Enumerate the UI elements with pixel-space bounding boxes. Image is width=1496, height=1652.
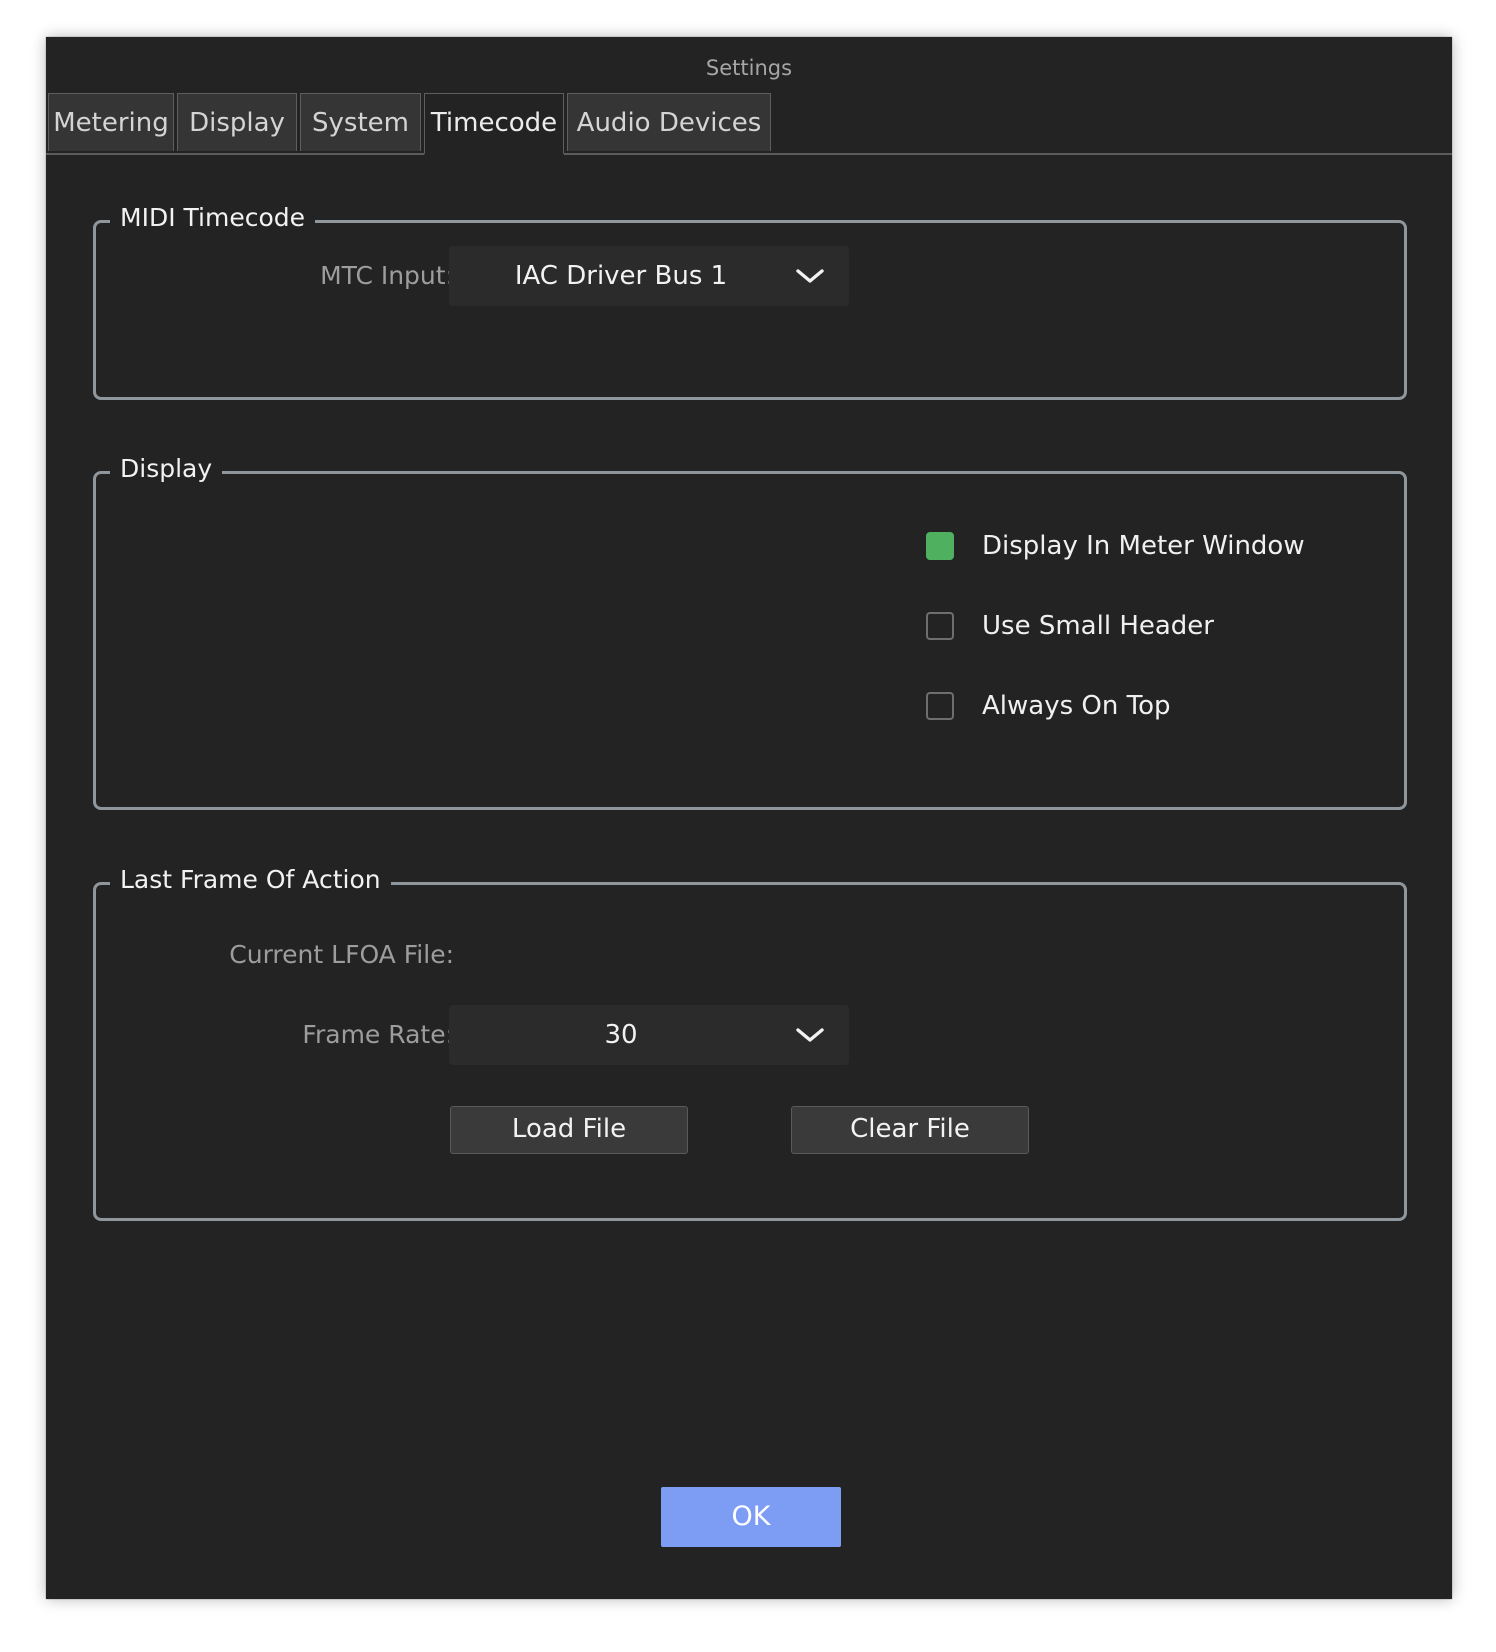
tab-metering[interactable]: Metering (48, 93, 174, 151)
use-small-header-label: Use Small Header (982, 611, 1214, 641)
display-in-meter-window-checkbox[interactable] (926, 532, 954, 560)
clear-file-button[interactable]: Clear File (791, 1106, 1029, 1154)
tab-bar: Metering Display System Timecode Audio D… (46, 93, 1452, 155)
settings-window: Settings Metering Display System Timecod… (46, 37, 1452, 1599)
current-lfoa-file-label: Current LFOA File: (229, 940, 454, 969)
tab-audio-devices[interactable]: Audio Devices (567, 93, 771, 151)
mtc-input-label: MTC Input: (320, 261, 454, 290)
mtc-input-value: IAC Driver Bus 1 (514, 261, 728, 291)
midi-timecode-group: MIDI Timecode MTC Input: IAC Driver Bus … (93, 201, 1407, 400)
last-frame-of-action-group: Last Frame Of Action Current LFOA File: … (93, 863, 1407, 1221)
frame-rate-dropdown[interactable]: 30 (449, 1005, 849, 1065)
lfoa-title: Last Frame Of Action (110, 863, 391, 897)
chevron-down-icon (796, 269, 824, 283)
display-in-meter-window-label: Display In Meter Window (982, 531, 1305, 561)
frame-rate-label: Frame Rate: (302, 1020, 454, 1049)
tab-system[interactable]: System (300, 93, 421, 151)
frame-rate-value: 30 (604, 1020, 638, 1050)
midi-timecode-title: MIDI Timecode (110, 201, 315, 235)
load-file-button[interactable]: Load File (450, 1106, 688, 1154)
always-on-top-checkbox[interactable] (926, 692, 954, 720)
display-title: Display (110, 452, 223, 486)
window-title: Settings (705, 56, 793, 80)
display-group: Display Display In Meter Window Use Smal… (93, 452, 1407, 810)
use-small-header-checkbox[interactable] (926, 612, 954, 640)
tab-timecode[interactable]: Timecode (424, 93, 564, 155)
ok-button[interactable]: OK (661, 1487, 841, 1547)
mtc-input-dropdown[interactable]: IAC Driver Bus 1 (449, 246, 849, 306)
always-on-top-label: Always On Top (982, 691, 1171, 721)
chevron-down-icon (796, 1028, 824, 1042)
tab-display[interactable]: Display (177, 93, 297, 151)
